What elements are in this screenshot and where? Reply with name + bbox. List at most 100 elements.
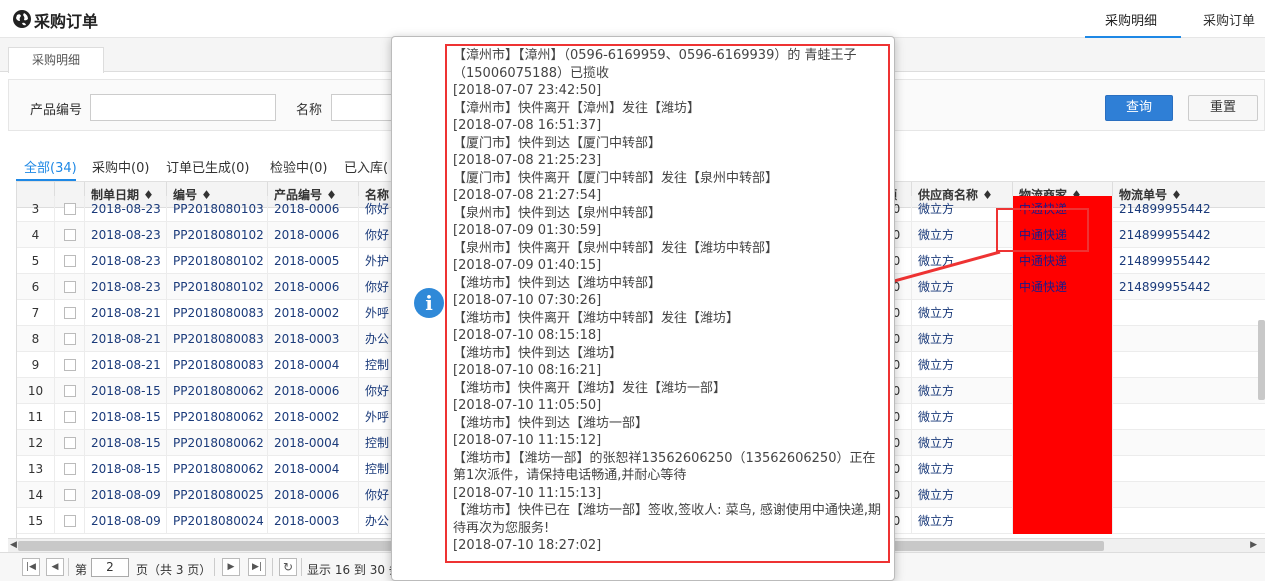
- cell-date: 2018-08-15: [85, 456, 167, 482]
- row-checkbox[interactable]: [55, 508, 85, 534]
- inner-tab-purchase-detail[interactable]: 采购明细: [8, 47, 104, 73]
- cell-tracking-number: 214899955442: [1113, 196, 1265, 222]
- scroll-left-icon[interactable]: ◀: [10, 540, 17, 550]
- cell-logistics[interactable]: [1013, 482, 1113, 508]
- checkbox[interactable]: [64, 255, 76, 267]
- cell-tracking-number: [1113, 508, 1265, 534]
- cell-tracking-number: [1113, 430, 1265, 456]
- reset-button[interactable]: 重置: [1188, 95, 1258, 121]
- cell-code: PP2018080102: [167, 222, 268, 248]
- top-bar: 采购订单 采购明细 采购订单: [0, 0, 1265, 38]
- cell-logistics[interactable]: [1013, 300, 1113, 326]
- cell-date: 2018-08-21: [85, 352, 167, 378]
- tracking-event: 【潍坊市】快件到达【潍坊中转部】: [453, 275, 662, 291]
- refresh-icon[interactable]: ↻: [279, 558, 297, 576]
- row-checkbox[interactable]: [55, 222, 85, 248]
- cell-supplier: 微立方: [912, 300, 1013, 326]
- checkbox[interactable]: [64, 359, 76, 371]
- cell-code: PP2018080062: [167, 404, 268, 430]
- row-checkbox[interactable]: [55, 378, 85, 404]
- cell-logistics[interactable]: [1013, 326, 1113, 352]
- cell-supplier: 微立方: [912, 274, 1013, 300]
- tracking-timestamp: [2018-07-10 11:15:13]: [453, 485, 602, 501]
- globe-icon: [13, 10, 31, 28]
- status-tab-all[interactable]: 全部(34): [24, 157, 77, 176]
- tracking-event: 【潍坊市】快件已在【潍坊一部】签收,签收人: 菜鸟, 感谢使用中通快递,期待再次…: [453, 503, 882, 536]
- status-tab-stored[interactable]: 已入库(: [344, 157, 388, 176]
- row-checkbox[interactable]: [55, 482, 85, 508]
- last-page-icon[interactable]: ▶|: [248, 558, 266, 576]
- cell-date: 2018-08-15: [85, 404, 167, 430]
- first-page-icon[interactable]: |◀: [22, 558, 40, 576]
- query-button[interactable]: 查询: [1105, 95, 1173, 121]
- page-label: 第: [75, 563, 88, 577]
- tracking-event: 【厦门市】快件到达【厦门中转部】: [453, 135, 662, 151]
- checkbox[interactable]: [64, 203, 76, 215]
- cell-date: 2018-08-09: [85, 482, 167, 508]
- vertical-scrollbar-thumb[interactable]: [1258, 320, 1265, 400]
- row-number: 15: [17, 508, 55, 534]
- cell-product-code: 2018-0002: [268, 404, 359, 430]
- status-tab-order-generated[interactable]: 订单已生成(0): [166, 157, 249, 176]
- tracking-event: 【泉州市】快件离开【泉州中转部】发往【潍坊中转部】: [453, 240, 779, 256]
- product-code-input[interactable]: [90, 94, 276, 121]
- pager-divider: [214, 558, 215, 576]
- tab-purchase-order[interactable]: 采购订单: [1203, 10, 1255, 29]
- cell-code: PP2018080083: [167, 352, 268, 378]
- logistics-tracking-popup: i 【漳州市】【漳州】（0596-6169959、0596-6169939）的 …: [391, 36, 895, 581]
- row-checkbox[interactable]: [55, 196, 85, 222]
- next-page-icon[interactable]: ▶: [222, 558, 240, 576]
- checkbox[interactable]: [64, 437, 76, 449]
- row-checkbox[interactable]: [55, 352, 85, 378]
- cell-code: PP2018080102: [167, 274, 268, 300]
- tab-purchase-detail[interactable]: 采购明细: [1105, 10, 1157, 29]
- row-checkbox[interactable]: [55, 326, 85, 352]
- cell-date: 2018-08-09: [85, 508, 167, 534]
- row-number: 7: [17, 300, 55, 326]
- checkbox[interactable]: [64, 489, 76, 501]
- cell-tracking-number: [1113, 378, 1265, 404]
- pager-divider: [301, 558, 302, 576]
- cell-supplier: 微立方: [912, 508, 1013, 534]
- cell-logistics[interactable]: [1013, 378, 1113, 404]
- checkbox[interactable]: [64, 411, 76, 423]
- checkbox[interactable]: [64, 307, 76, 319]
- cell-logistics[interactable]: 中通快递: [1013, 274, 1113, 300]
- row-checkbox[interactable]: [55, 404, 85, 430]
- cell-logistics[interactable]: [1013, 508, 1113, 534]
- tracking-event: 【漳州市】【漳州】（0596-6169959、0596-6169939）的 青蛙…: [453, 48, 857, 81]
- checkbox[interactable]: [64, 281, 76, 293]
- status-tab-inspecting[interactable]: 检验中(0): [270, 157, 327, 176]
- cell-date: 2018-08-23: [85, 222, 167, 248]
- cell-tracking-number: [1113, 300, 1265, 326]
- cell-logistics[interactable]: [1013, 456, 1113, 482]
- row-checkbox[interactable]: [55, 274, 85, 300]
- cell-code: PP2018080103: [167, 196, 268, 222]
- cell-logistics[interactable]: [1013, 404, 1113, 430]
- page-number-input[interactable]: 2: [91, 558, 129, 577]
- cell-product-code: 2018-0003: [268, 326, 359, 352]
- prev-page-icon[interactable]: ◀: [46, 558, 64, 576]
- cell-tracking-number: 214899955442: [1113, 222, 1265, 248]
- cell-date: 2018-08-21: [85, 326, 167, 352]
- cell-tracking-number: 214899955442: [1113, 248, 1265, 274]
- tracking-timestamp: [2018-07-10 11:05:50]: [453, 398, 602, 413]
- row-checkbox[interactable]: [55, 248, 85, 274]
- status-tab-purchasing[interactable]: 采购中(0): [92, 157, 149, 176]
- checkbox[interactable]: [64, 515, 76, 527]
- tracking-timestamp: [2018-07-10 18:27:02]: [453, 538, 602, 553]
- pager-divider: [68, 558, 69, 576]
- checkbox[interactable]: [64, 229, 76, 241]
- row-number: 14: [17, 482, 55, 508]
- row-checkbox[interactable]: [55, 300, 85, 326]
- cell-supplier: 微立方: [912, 378, 1013, 404]
- scroll-right-icon[interactable]: ▶: [1250, 540, 1257, 550]
- checkbox[interactable]: [64, 385, 76, 397]
- row-checkbox[interactable]: [55, 430, 85, 456]
- checkbox[interactable]: [64, 333, 76, 345]
- cell-supplier: 微立方: [912, 352, 1013, 378]
- checkbox[interactable]: [64, 463, 76, 475]
- row-checkbox[interactable]: [55, 456, 85, 482]
- cell-logistics[interactable]: [1013, 430, 1113, 456]
- cell-logistics[interactable]: [1013, 352, 1113, 378]
